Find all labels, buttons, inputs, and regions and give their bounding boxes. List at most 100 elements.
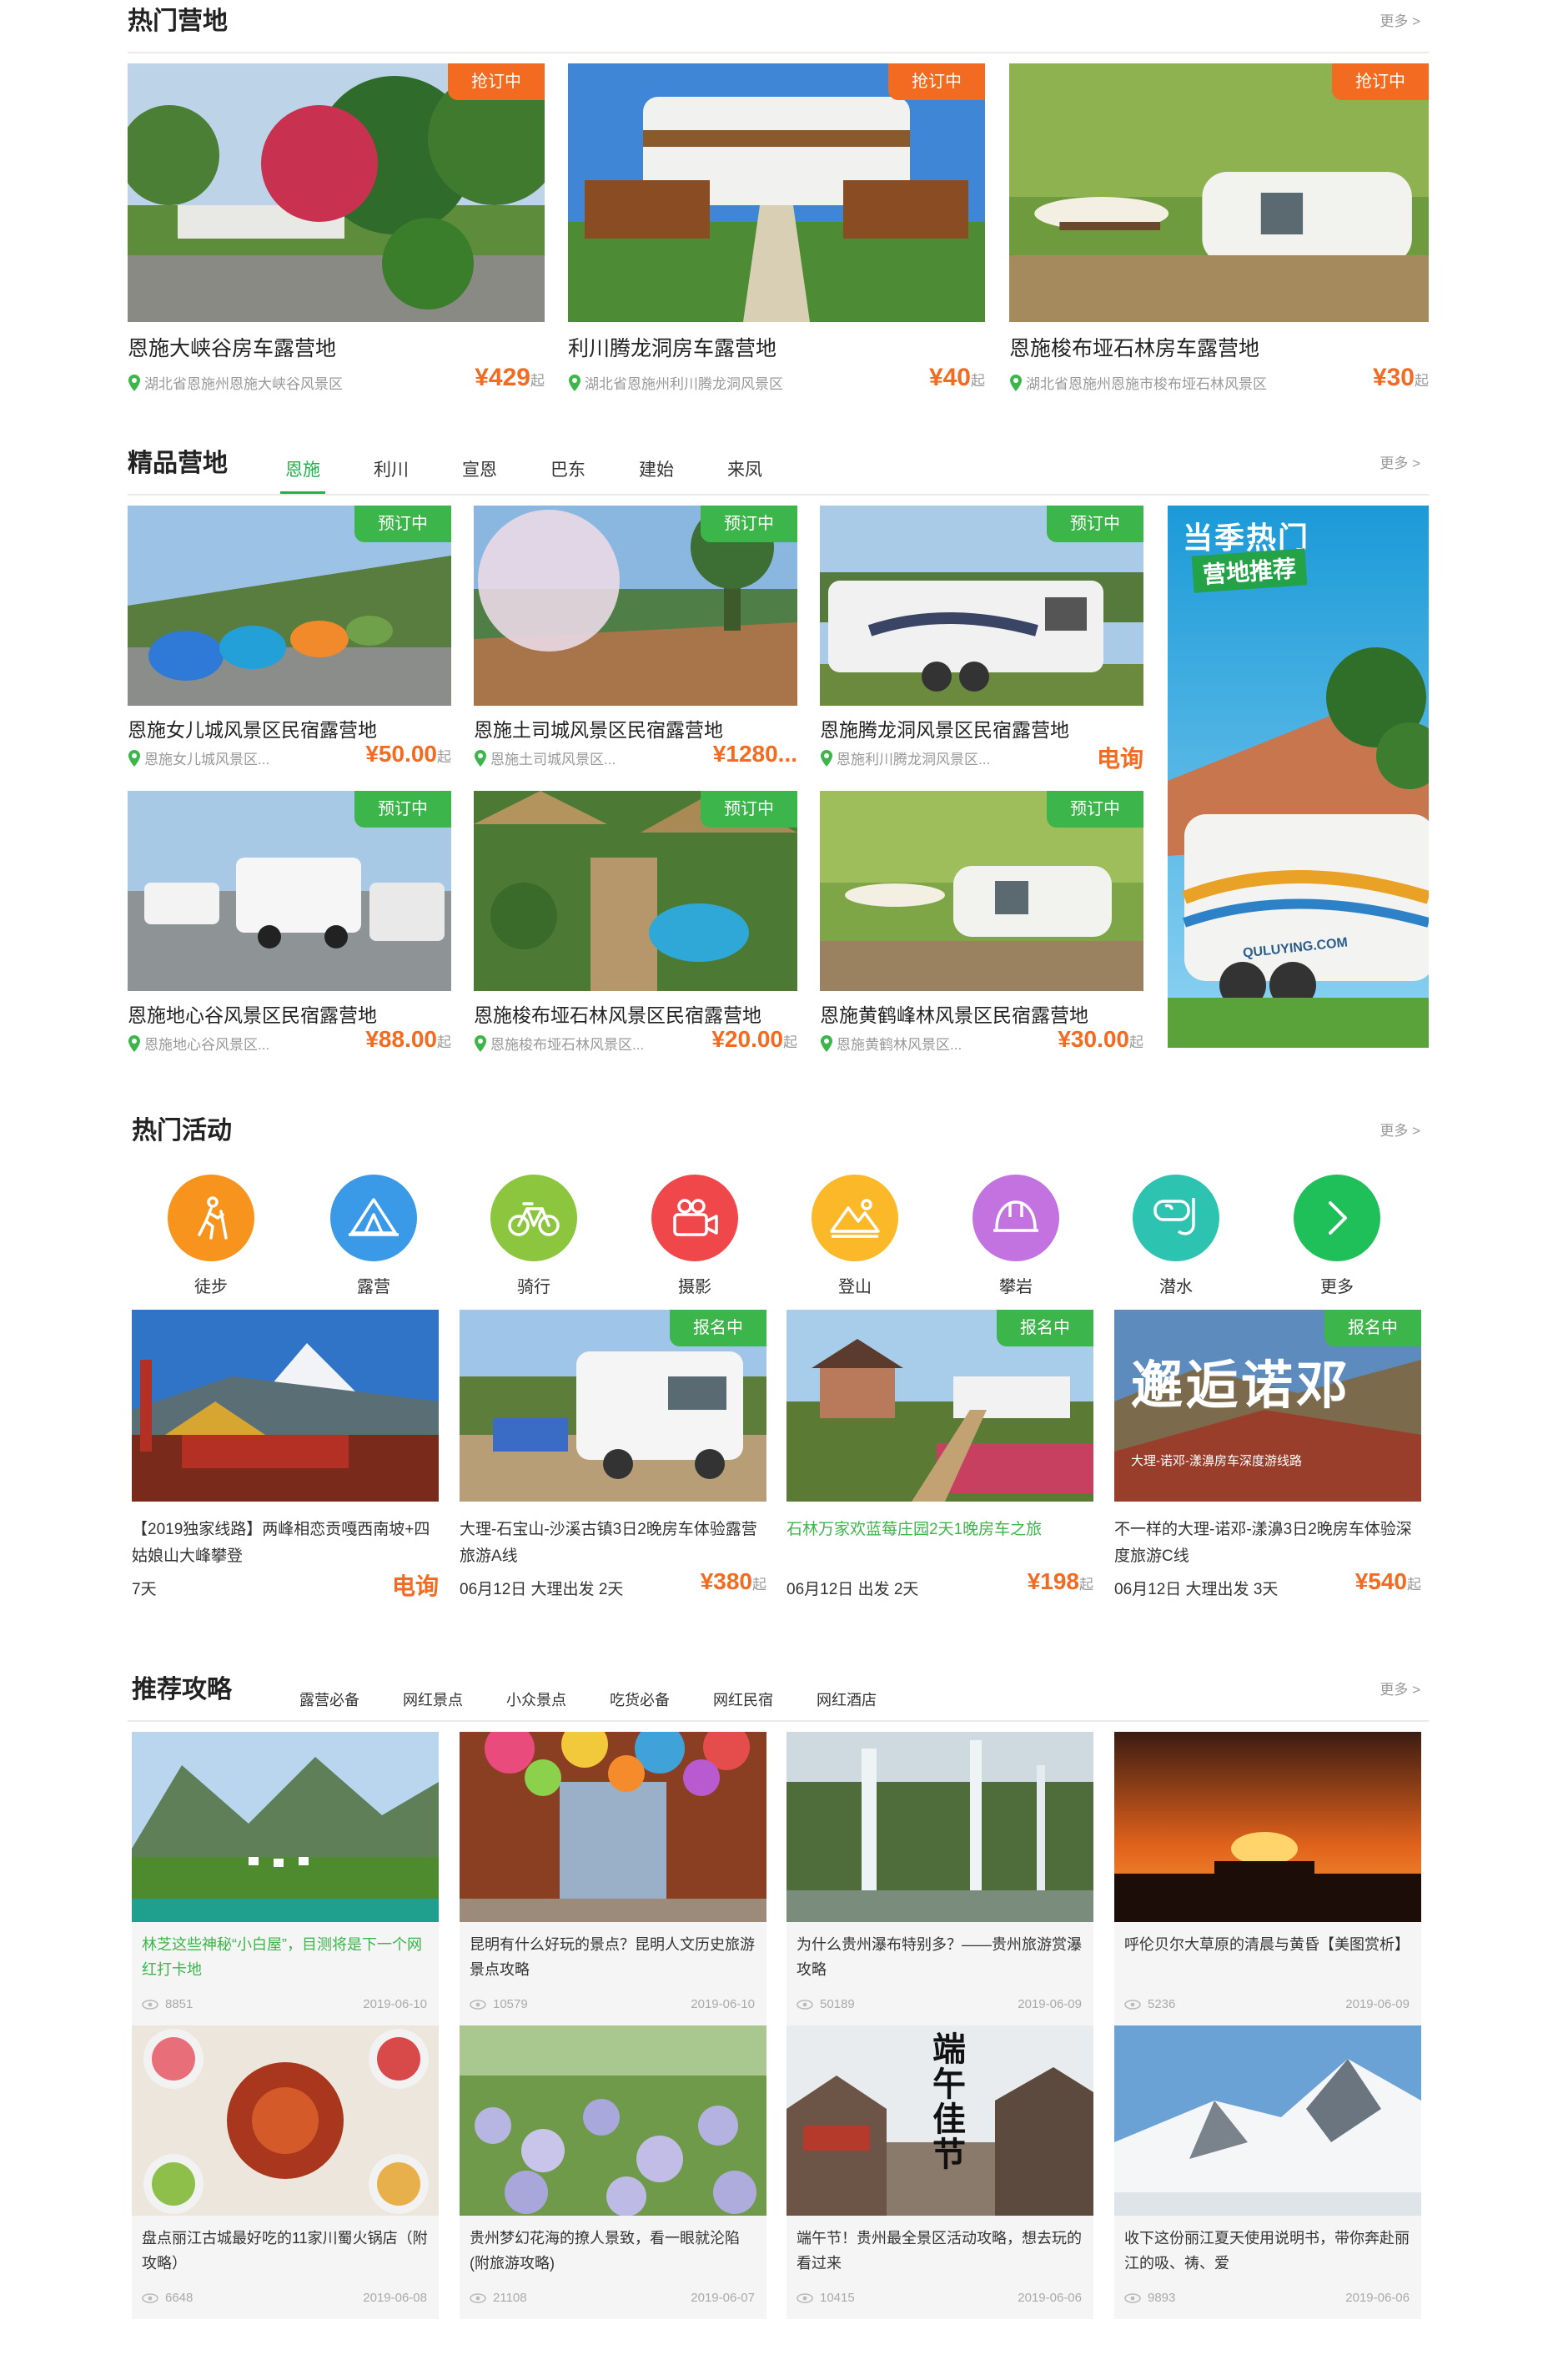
location-pin-icon (475, 749, 486, 767)
camp-photo[interactable]: 抢订中 (128, 63, 545, 322)
activity-title[interactable]: 石林万家欢蓝莓庄园2天1晚房车之旅 (787, 1517, 1093, 1543)
guide-card[interactable]: 为什么贵州瀑布特别多？——贵州旅游赏瀑攻略 50189 2019-06-09 (787, 1732, 1093, 2025)
status-badge: 预订中 (1047, 791, 1143, 828)
section-title: 推荐攻略 (132, 1676, 232, 1703)
camp-name[interactable]: 利川腾龙洞房车露营地 (568, 332, 776, 362)
tab-food[interactable]: 吃货必备 (605, 1683, 675, 1723)
category-climbing[interactable]: 攀岩 (970, 1175, 1062, 1297)
tab-hotels[interactable]: 网红酒店 (812, 1683, 882, 1723)
activity-photo[interactable]: 报名中 (460, 1310, 766, 1502)
camp-card[interactable]: 预订中 恩施黄鹤峰林风景区民宿露营地 恩施黄鹤林风景区... ¥30.00起 (820, 791, 1143, 1066)
guide-card[interactable]: 呼伦贝尔大草原的清晨与黄昏【美图赏析】 5236 2019-06-09 (1114, 1732, 1421, 2025)
camp-photo[interactable]: 预订中 (820, 791, 1143, 991)
activity-meta: 06月12日 出发 2天 (787, 1581, 919, 1598)
category-label: 更多 (1320, 1278, 1354, 1296)
camp-name[interactable]: 恩施黄鹤峰林风景区民宿露营地 (820, 999, 1143, 1028)
guide-photo[interactable]: 端午佳节 (787, 2025, 1093, 2216)
camp-card[interactable]: 预订中 恩施腾龙洞风景区民宿露营地 恩施利川腾龙洞风景区... 电询 (820, 506, 1143, 781)
guide-title[interactable]: 盘点丽江古城最好吃的11家川蜀火锅店（附攻略） (142, 2226, 430, 2276)
camp-name[interactable]: 恩施女儿城风景区民宿露营地 (128, 714, 451, 742)
tab-jianshi[interactable]: 建始 (634, 454, 679, 494)
activity-photo[interactable]: 报名中 (787, 1310, 1093, 1502)
guide-photo[interactable] (132, 1732, 439, 1922)
guide-photo[interactable] (132, 2025, 439, 2216)
activity-card[interactable]: 报名中 大理-石宝山-沙溪古镇3日2晚房车体验露营旅游A线 06月12日 大理出… (460, 1310, 766, 1610)
mountain-icon (830, 1199, 880, 1238)
guide-card[interactable]: 林芝这些神秘“小白屋”，目测将是下一个网红打卡地 8851 2019-06-10 (132, 1732, 439, 2025)
status-badge: 预订中 (354, 506, 451, 542)
camp-photo[interactable]: 抢订中 (1009, 63, 1429, 322)
camp-name[interactable]: 恩施大峡谷房车露营地 (128, 332, 336, 362)
activity-title[interactable]: 不一样的大理-诺邓-漾濞3日2晚房车体验深度旅游C线 (1114, 1517, 1421, 1570)
post-date: 2019-06-09 (1018, 1997, 1082, 2011)
guide-title[interactable]: 收下这份丽江夏天使用说明书，带你奔赴丽江的吸、祷、爱 (1124, 2226, 1412, 2276)
activity-title[interactable]: 大理-石宝山-沙溪古镇3日2晚房车体验露营旅游A线 (460, 1517, 766, 1570)
eye-icon (142, 2292, 158, 2303)
guide-photo[interactable] (460, 1732, 766, 1922)
more-link[interactable]: 更多 > (1380, 1116, 1420, 1146)
more-link[interactable]: 更多 > (1380, 1675, 1420, 1705)
camp-card[interactable]: 抢订中 恩施梭布垭石林房车露营地 湖北省恩施州恩施市梭布垭石林风景区 ¥30起 (1009, 63, 1429, 405)
guide-title[interactable]: 贵州梦幻花海的撩人景致，看一眼就沦陷(附旅游攻略) (470, 2226, 757, 2276)
camp-card[interactable]: 预订中 恩施梭布垭石林风景区民宿露营地 恩施梭布垭石林风景区... ¥20.00… (474, 791, 797, 1066)
price-value: ¥50.00 (365, 741, 437, 767)
guide-card[interactable]: 收下这份丽江夏天使用说明书，带你奔赴丽江的吸、祷、爱 9893 2019-06-… (1114, 2025, 1421, 2319)
camp-name[interactable]: 恩施地心谷风景区民宿露营地 (128, 999, 451, 1028)
price-value: ¥30.00 (1058, 1026, 1129, 1052)
guide-card[interactable]: 端午佳节 端午节！贵州最全景区活动攻略，想去玩的看过来 10415 2019-0… (787, 2025, 1093, 2319)
camp-name[interactable]: 恩施梭布垭石林房车露营地 (1009, 332, 1259, 362)
camp-photo[interactable]: 预订中 (128, 506, 451, 706)
guide-card[interactable]: 贵州梦幻花海的撩人景致，看一眼就沦陷(附旅游攻略) 21108 2019-06-… (460, 2025, 766, 2319)
camp-photo[interactable]: 预订中 (128, 791, 451, 991)
camp-photo[interactable]: 预订中 (820, 506, 1143, 706)
guide-photo[interactable] (460, 2025, 766, 2216)
category-cycling[interactable]: 骑行 (488, 1175, 580, 1297)
tab-homestays[interactable]: 网红民宿 (708, 1683, 778, 1723)
tab-lichuan[interactable]: 利川 (369, 454, 414, 494)
category-more[interactable]: 更多 (1291, 1175, 1383, 1297)
tab-popular-spots[interactable]: 网红景点 (398, 1683, 468, 1723)
guide-card[interactable]: 盘点丽江古城最好吃的11家川蜀火锅店（附攻略） 6648 2019-06-08 (132, 2025, 439, 2319)
guide-title[interactable]: 呼伦贝尔大草原的清晨与黄昏【美图赏析】 (1124, 1932, 1412, 1957)
guide-photo[interactable] (1114, 1732, 1421, 1922)
category-icon-bg (812, 1175, 898, 1261)
tab-badong[interactable]: 巴东 (545, 454, 591, 494)
guide-card[interactable]: 昆明有什么好玩的景点？昆明人文历史旅游景点攻略 10579 2019-06-10 (460, 1732, 766, 2025)
camp-card[interactable]: 抢订中 利川腾龙洞房车露营地 湖北省恩施州利川腾龙洞风景区 ¥40起 (568, 63, 985, 405)
promo-banner[interactable]: 当季热门 营地推荐 QULUYING.COM (1168, 506, 1429, 1048)
activity-card[interactable]: 邂逅诺邓 大理-诺邓-漾濞房车深度游线路 报名中 不一样的大理-诺邓-漾濞3日2… (1114, 1310, 1421, 1610)
tab-laifeng[interactable]: 来凤 (722, 454, 767, 494)
camp-card[interactable]: 预订中 恩施地心谷风景区民宿露营地 恩施地心谷风景区... ¥88.00起 (128, 791, 451, 1066)
activity-title[interactable]: 【2019独家线路】两峰相恋贡嘎西南坡+四姑娘山大峰攀登 (132, 1517, 439, 1570)
camp-name[interactable]: 恩施腾龙洞风景区民宿露营地 (820, 714, 1143, 742)
guide-title[interactable]: 端午节！贵州最全景区活动攻略，想去玩的看过来 (797, 2226, 1084, 2276)
tab-enshi[interactable]: 恩施 (280, 454, 325, 494)
guide-title[interactable]: 昆明有什么好玩的景点？昆明人文历史旅游景点攻略 (470, 1932, 757, 1982)
activity-photo[interactable] (132, 1310, 439, 1502)
guide-title[interactable]: 为什么贵州瀑布特别多？——贵州旅游赏瀑攻略 (797, 1932, 1084, 1982)
camp-photo[interactable]: 预订中 (474, 506, 797, 706)
camp-card[interactable]: 预订中 恩施女儿城风景区民宿露营地 恩施女儿城风景区... ¥50.00起 (128, 506, 451, 781)
category-hiking[interactable]: 徒步 (165, 1175, 257, 1297)
camp-card[interactable]: 抢订中 恩施大峡谷房车露营地 湖北省恩施州恩施大峡谷风景区 ¥429起 (128, 63, 545, 405)
tab-xuanen[interactable]: 宣恩 (457, 454, 502, 494)
camp-name[interactable]: 恩施梭布垭石林风景区民宿露营地 (474, 999, 797, 1028)
more-link[interactable]: 更多 > (1380, 7, 1420, 37)
category-diving[interactable]: 潜水 (1130, 1175, 1222, 1297)
more-link[interactable]: 更多 > (1380, 449, 1420, 479)
activity-card[interactable]: 报名中 石林万家欢蓝莓庄园2天1晚房车之旅 06月12日 出发 2天 ¥198起 (787, 1310, 1093, 1610)
activity-photo[interactable]: 邂逅诺邓 大理-诺邓-漾濞房车深度游线路 报名中 (1114, 1310, 1421, 1502)
guide-photo[interactable] (787, 1732, 1093, 1922)
camp-photo[interactable]: 预订中 (474, 791, 797, 991)
tab-niche-spots[interactable]: 小众景点 (501, 1683, 571, 1723)
tab-camping-essentials[interactable]: 露营必备 (294, 1683, 364, 1723)
category-photography[interactable]: 摄影 (649, 1175, 741, 1297)
guide-photo[interactable] (1114, 2025, 1421, 2216)
camp-photo[interactable]: 抢订中 (568, 63, 985, 322)
guide-title[interactable]: 林芝这些神秘“小白屋”，目测将是下一个网红打卡地 (142, 1932, 430, 1982)
category-camping[interactable]: 露营 (328, 1175, 420, 1297)
camp-card[interactable]: 预订中 恩施土司城风景区民宿露营地 恩施土司城风景区... ¥1280... (474, 506, 797, 781)
camp-name[interactable]: 恩施土司城风景区民宿露营地 (474, 714, 797, 742)
category-mountaineering[interactable]: 登山 (809, 1175, 901, 1297)
activity-card[interactable]: 【2019独家线路】两峰相恋贡嘎西南坡+四姑娘山大峰攀登 7天 电询 (132, 1310, 439, 1610)
